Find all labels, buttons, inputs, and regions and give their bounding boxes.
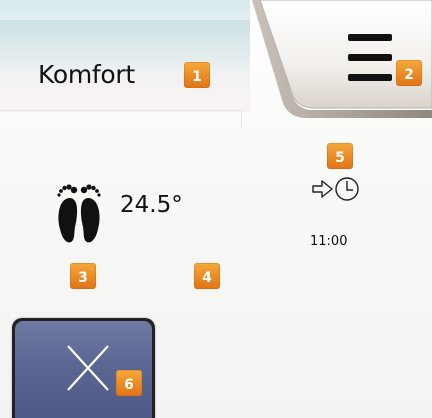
menu-tab-shape — [252, 0, 432, 118]
badge-6: 6 — [116, 370, 142, 396]
mode-label: Komfort — [38, 60, 135, 89]
thermostat-screen: Komfort 1 2 5 24.5° 11:00 3 4 6 — [0, 0, 432, 418]
cancel-button-face: 6 — [15, 321, 152, 418]
menu-bar-middle — [348, 54, 392, 61]
header-band — [0, 0, 250, 112]
cancel-button[interactable]: 6 — [12, 318, 155, 418]
feet-icon — [57, 184, 101, 243]
close-icon — [67, 345, 109, 391]
badge-4: 4 — [194, 263, 220, 289]
badge-5: 5 — [327, 143, 353, 169]
menu-bar-bottom — [348, 74, 392, 81]
badge-2: 2 — [396, 60, 422, 86]
badge-1: 1 — [184, 62, 210, 88]
badge-3: 3 — [70, 263, 96, 289]
temperature-value: 24.5° — [120, 192, 183, 218]
next-change-time: 11:00 — [310, 234, 348, 249]
menu-bar-top — [348, 34, 392, 41]
arrow-clock-icon — [312, 177, 359, 201]
menu-button[interactable]: 2 — [252, 0, 432, 118]
header-divider-vertical — [241, 110, 242, 128]
header-divider — [0, 110, 242, 111]
